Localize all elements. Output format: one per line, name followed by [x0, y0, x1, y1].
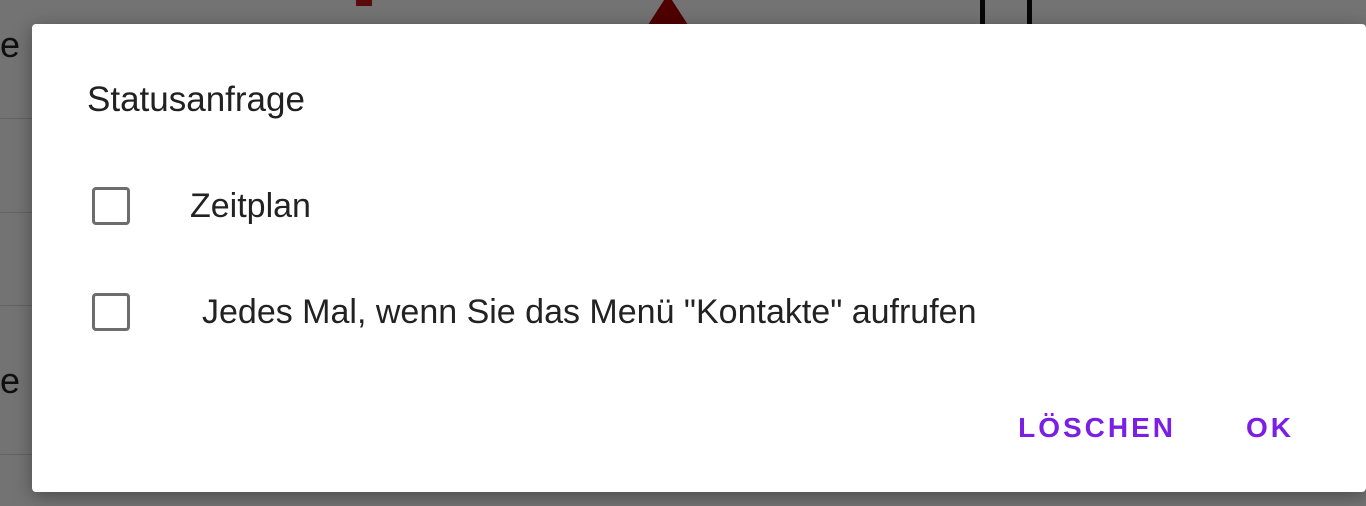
screen: e e Statusanfrage Zeitplan Jedes Mal, we…	[0, 0, 1366, 506]
clear-button[interactable]: LÖSCHEN	[1018, 408, 1176, 448]
dialog-title: Statusanfrage	[87, 80, 305, 119]
schedule-checkbox[interactable]	[92, 187, 130, 225]
option-schedule-label: Zeitplan	[190, 186, 311, 225]
option-contacts-menu[interactable]: Jedes Mal, wenn Sie das Menü "Kontakte" …	[92, 288, 976, 336]
status-request-dialog: Statusanfrage Zeitplan Jedes Mal, wenn S…	[32, 24, 1366, 492]
contacts-menu-checkbox[interactable]	[92, 293, 130, 331]
option-contacts-menu-label: Jedes Mal, wenn Sie das Menü "Kontakte" …	[202, 292, 977, 331]
option-schedule[interactable]: Zeitplan	[92, 182, 311, 230]
dialog-actions: LÖSCHEN OK	[1018, 408, 1294, 448]
ok-button[interactable]: OK	[1246, 408, 1294, 448]
